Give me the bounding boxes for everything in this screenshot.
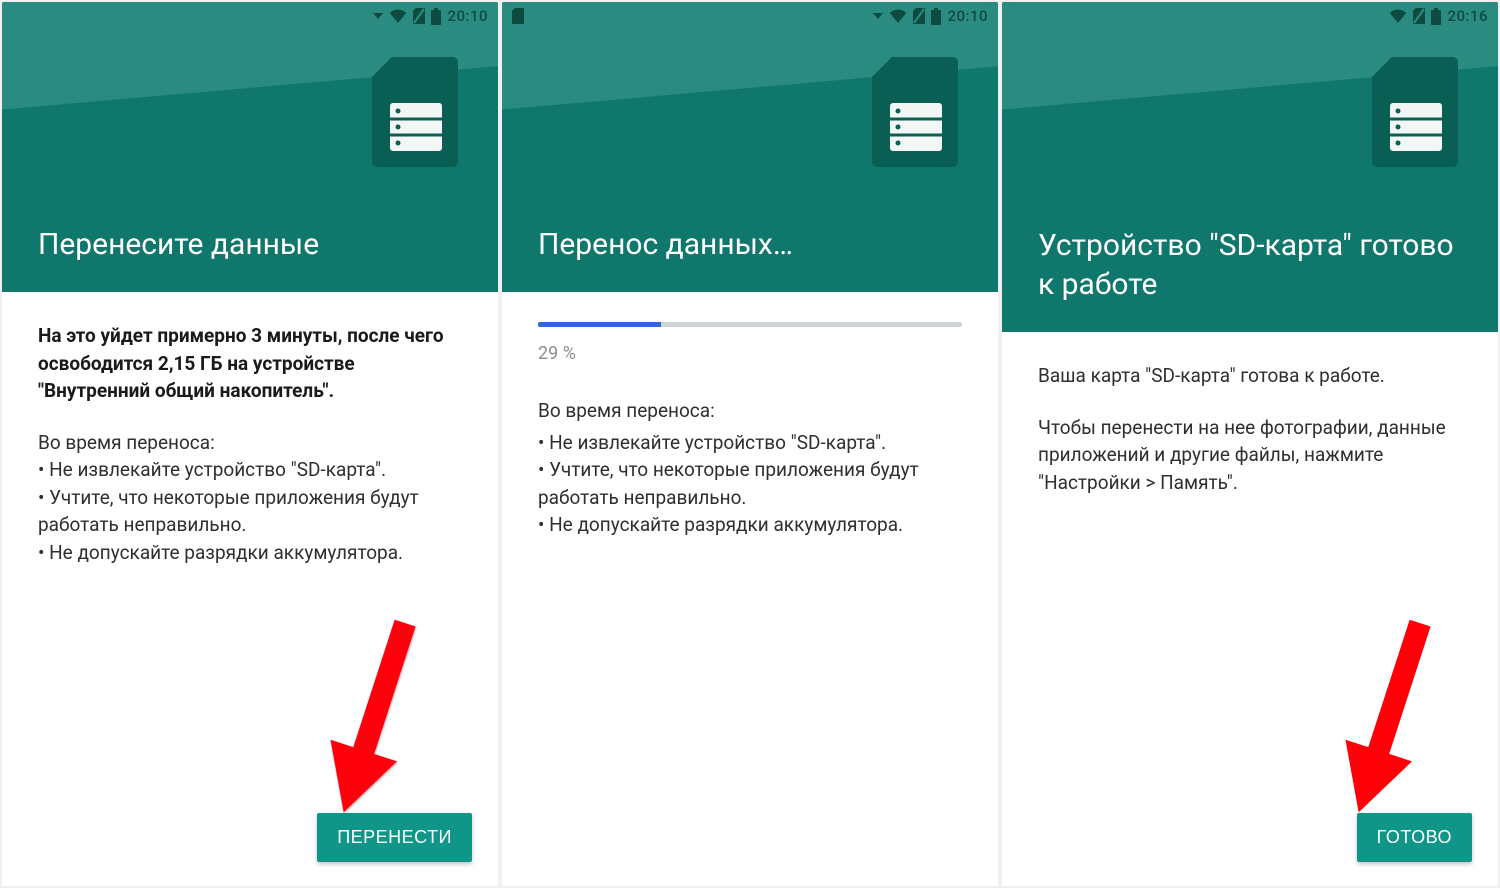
screen-transfer-prompt: 20:10 Перенесите данные На это уйдет при… <box>2 2 498 886</box>
no-sim-icon <box>913 8 925 24</box>
wifi-icon <box>1389 9 1407 23</box>
paragraph: Чтобы перенести на нее фотографии, данны… <box>1038 414 1462 497</box>
no-sim-icon <box>413 8 425 24</box>
status-time: 20:10 <box>947 7 988 25</box>
done-button[interactable]: ГОТОВО <box>1357 813 1472 862</box>
status-bar: 20:10 <box>2 2 498 30</box>
header: Перенос данных… <box>502 2 998 292</box>
bullet-item: • Не допускайте разрядки аккумулятора. <box>38 539 462 567</box>
bullet-item: • Не извлекайте устройство "SD-карта". <box>538 429 962 457</box>
status-time: 20:10 <box>447 7 488 25</box>
lead-text: На это уйдет примерно 3 минуты, после че… <box>38 322 462 405</box>
bullet-list: • Не извлекайте устройство "SD-карта". •… <box>538 429 962 539</box>
header: Устройство "SD-карта" готово к работе <box>1002 2 1498 332</box>
intro-text: Во время переноса: <box>38 429 462 457</box>
bullet-item: • Учтите, что некоторые приложения будут… <box>538 456 962 511</box>
wifi-icon <box>389 9 407 23</box>
sd-card-status-icon <box>512 8 524 24</box>
progress-fill <box>538 322 661 327</box>
wifi-icon <box>889 9 907 23</box>
paragraph: Ваша карта "SD-карта" готова к работе. <box>1038 362 1462 390</box>
page-title: Устройство "SD-карта" готово к работе <box>1038 226 1468 304</box>
no-sim-icon <box>1413 8 1425 24</box>
status-bar: 20:16 <box>1002 2 1498 30</box>
status-bar: 20:10 <box>502 2 998 30</box>
progress-bar <box>538 322 962 327</box>
bullet-item: • Не допускайте разрядки аккумулятора. <box>538 511 962 539</box>
screen-ready: 20:16 Устройство "SD-карта" готово к раб… <box>1002 2 1498 886</box>
content-area: Ваша карта "SD-карта" готова к работе. Ч… <box>1002 332 1498 886</box>
content-area: На это уйдет примерно 3 минуты, после че… <box>2 292 498 886</box>
bullet-item: • Не извлекайте устройство "SD-карта". <box>38 456 462 484</box>
progress-percent-label: 29 % <box>538 341 962 367</box>
header: Перенесите данные <box>2 2 498 292</box>
battery-icon <box>1431 8 1441 25</box>
battery-icon <box>931 8 941 25</box>
transfer-button[interactable]: ПЕРЕНЕСТИ <box>317 813 472 862</box>
sd-card-hero-icon <box>372 57 458 171</box>
page-title: Перенос данных… <box>538 225 968 264</box>
page-title: Перенесите данные <box>38 225 468 264</box>
status-time: 20:16 <box>1447 7 1488 25</box>
intro-text: Во время переноса: <box>538 397 962 425</box>
signal-dropdown-icon <box>373 13 383 19</box>
bullet-item: • Учтите, что некоторые приложения будут… <box>38 484 462 539</box>
sd-card-hero-icon <box>1372 57 1458 171</box>
battery-icon <box>431 8 441 25</box>
content-area: 29 % Во время переноса: • Не извлекайте … <box>502 292 998 886</box>
sd-card-hero-icon <box>872 57 958 171</box>
bullet-list: • Не извлекайте устройство "SD-карта". •… <box>38 456 462 566</box>
screen-transfer-progress: 20:10 Перенос данных… 29 % Во время пере… <box>502 2 998 886</box>
signal-dropdown-icon <box>873 13 883 19</box>
